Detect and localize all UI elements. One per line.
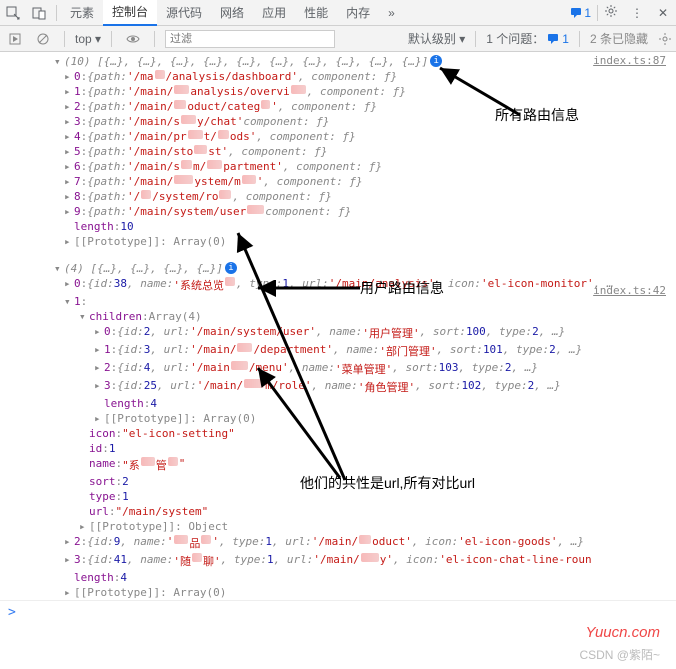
object-entry[interactable]: ▸0: {path: '/ma/analysis/dashboard', com… <box>0 69 676 84</box>
watermark: Yuucn.com <box>586 624 660 641</box>
issues-indicator[interactable]: 1 个问题： 1 <box>486 30 569 47</box>
console-output: index.ts:87 ▾ (10) [{…}, {…}, {…}, {…}, … <box>0 52 676 634</box>
gear-icon[interactable] <box>598 4 624 21</box>
close-icon[interactable]: ✕ <box>650 6 676 20</box>
object-entry[interactable]: ▸8: {path: '//system/ro, component: ƒ} <box>0 189 676 204</box>
console-subbar: top ▾ 默认级别 ▾ 1 个问题： 1 2 条已隐藏 <box>0 26 676 52</box>
object-entry[interactable]: ▸7: {path: '/main/ystem/m', component: ƒ… <box>0 174 676 189</box>
object-entry[interactable]: ▸5: {path: '/main/stost', component: ƒ} <box>0 144 676 159</box>
info-icon[interactable]: i <box>225 262 237 274</box>
tab-application[interactable]: 应用 <box>253 0 295 26</box>
more-icon[interactable]: ⋮ <box>624 6 650 20</box>
tab-more[interactable]: » <box>379 0 404 26</box>
source-link[interactable]: index.ts:42 <box>593 284 666 297</box>
settings-icon[interactable] <box>654 28 676 50</box>
tab-performance[interactable]: 性能 <box>295 0 337 26</box>
filter-input[interactable] <box>165 30 335 48</box>
tab-memory[interactable]: 内存 <box>337 0 379 26</box>
object-entry[interactable]: ▸2: {path: '/main/oduct/categ', componen… <box>0 99 676 114</box>
eye-icon[interactable] <box>122 28 144 50</box>
tab-network[interactable]: 网络 <box>211 0 253 26</box>
log-array-header[interactable]: ▾ (4) [{…}, {…}, {…}, {…}] i <box>0 261 676 276</box>
level-selector[interactable]: 默认级别 ▾ <box>408 30 465 47</box>
hidden-count[interactable]: 2 条已隐藏 <box>590 30 648 47</box>
log-array-header[interactable]: ▾ (10) [{…}, {…}, {…}, {…}, {…}, {…}, {…… <box>0 54 676 69</box>
play-icon[interactable] <box>4 28 26 50</box>
devtools-toolbar: 元素 控制台 源代码 网络 应用 性能 内存 » 1 ⋮ ✕ <box>0 0 676 26</box>
expand-icon[interactable]: ▾ <box>54 55 64 68</box>
source-link[interactable]: index.ts:87 <box>593 54 666 67</box>
tab-elements[interactable]: 元素 <box>61 0 103 26</box>
object-entry[interactable]: ▸1: {path: '/main/analysis/overvi, compo… <box>0 84 676 99</box>
message-count[interactable]: 1 <box>564 6 597 20</box>
object-entry[interactable]: ▸3: {id: 25, url: '/main/m/role', name: … <box>0 378 676 396</box>
object-entry[interactable]: ▸9: {path: '/main/system/usercomponent: … <box>0 204 676 219</box>
object-entry[interactable]: ▸0: {id: 38, name: '系统总览, type: 1, url: … <box>0 276 676 294</box>
object-entry[interactable]: ▸2: {id: 4, url: '/main/menu', name: '菜单… <box>0 360 676 378</box>
clear-icon[interactable] <box>32 28 54 50</box>
device-toggle-icon[interactable] <box>26 0 52 26</box>
context-selector[interactable]: top ▾ <box>75 32 101 46</box>
tab-sources[interactable]: 源代码 <box>157 0 211 26</box>
object-entry[interactable]: ▸1: {id: 3, url: '/main//department', na… <box>0 342 676 360</box>
object-entry[interactable]: ▸3: {path: '/main/sy/chat' component: ƒ} <box>0 114 676 129</box>
object-entry[interactable]: ▸4: {path: '/main/prt/ods', component: ƒ… <box>0 129 676 144</box>
tab-console[interactable]: 控制台 <box>103 0 157 26</box>
object-entry[interactable]: ▸6: {path: '/main/sm/partment', componen… <box>0 159 676 174</box>
object-entry[interactable]: ▸0: {id: 2, url: '/main/system/user', na… <box>0 324 676 342</box>
watermark: CSDN @紫陌~ <box>579 646 660 663</box>
inspect-icon[interactable] <box>0 0 26 26</box>
info-icon[interactable]: i <box>430 55 442 67</box>
console-prompt[interactable]: > <box>0 600 676 624</box>
